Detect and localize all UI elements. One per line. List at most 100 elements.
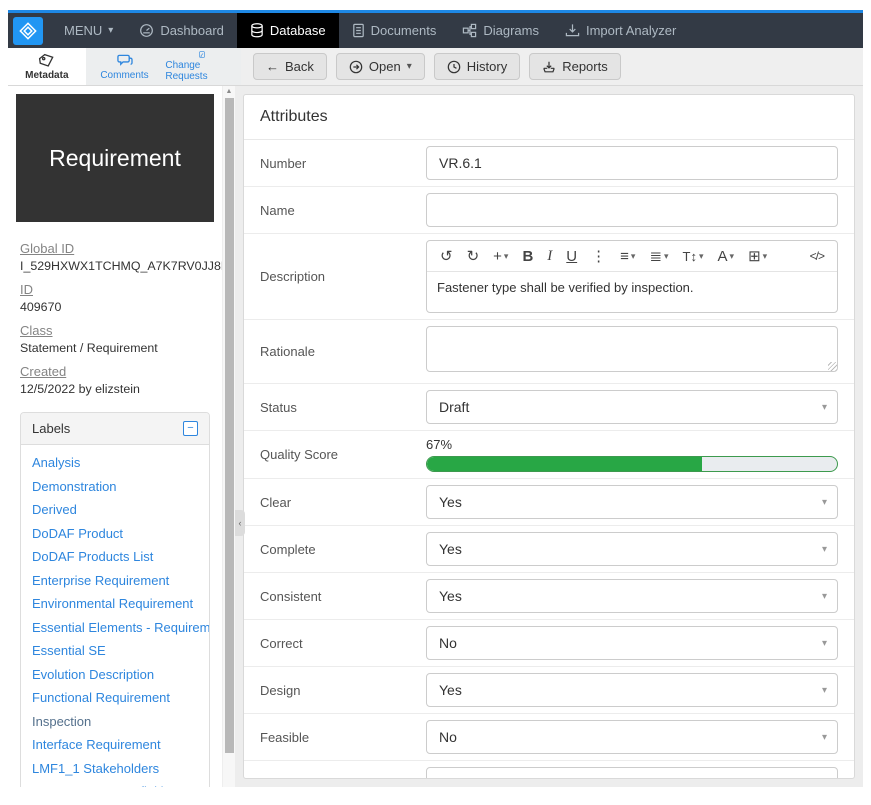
history-button[interactable]: History — [433, 53, 521, 80]
status-select[interactable]: Draft ▾ — [426, 390, 838, 424]
quality-progress-fill — [427, 457, 702, 471]
label-link[interactable]: Derived — [32, 498, 198, 522]
metadata-tag-icon — [39, 53, 54, 67]
label-link[interactable]: Environmental Requirement — [32, 592, 198, 616]
back-button[interactable]: ← Back — [253, 53, 327, 80]
nav-item-import-analyzer[interactable]: Import Analyzer — [552, 13, 689, 48]
font-color-icon[interactable]: A ▾ — [713, 246, 740, 267]
insert-icon[interactable]: + ▾ — [488, 246, 513, 267]
nav-item-database[interactable]: Database — [236, 13, 339, 48]
tab-metadata[interactable]: Metadata — [8, 48, 86, 85]
consistent-select[interactable]: Yes ▾ — [426, 579, 838, 613]
app-logo[interactable] — [13, 16, 43, 45]
quality-progress-bar — [426, 456, 838, 472]
traceable-label: Traceable — [260, 777, 426, 779]
nav-item-documents[interactable]: Documents — [339, 13, 450, 48]
consistent-label: Consistent — [260, 588, 322, 604]
open-icon — [349, 60, 363, 73]
label-link[interactable]: Interface Requirement — [32, 733, 198, 757]
label-link[interactable]: Demonstration — [32, 475, 198, 499]
chevron-down-icon: ▾ — [821, 496, 827, 508]
clear-select[interactable]: Yes ▾ — [426, 485, 838, 519]
design-select[interactable]: Yes ▾ — [426, 673, 838, 707]
label-link[interactable]: Analysis — [32, 451, 198, 475]
tab-comments[interactable]: Comments — [86, 48, 164, 85]
list-icon[interactable]: ≣ ▾ — [644, 245, 673, 267]
diamond-logo-icon — [19, 21, 37, 40]
attribute-row-traceable: Traceable Yes▾ — [244, 761, 854, 779]
sidebar-scrollbar[interactable]: ▲ — [222, 86, 235, 787]
class-value: Statement / Requirement — [20, 341, 158, 355]
global-id-label: Global ID — [20, 241, 75, 256]
name-input[interactable] — [426, 193, 838, 227]
description-label: Description — [260, 269, 326, 284]
nav-item-dashboard[interactable]: Dashboard — [126, 13, 237, 48]
correct-select[interactable]: No ▾ — [426, 626, 838, 660]
rich-text-editor: ↺ ↻ + ▾ B I U ⋮ ≡ ▾ ≣ ▾ T↕ ▾ A ▾ ⊞ ▾ </>… — [426, 240, 838, 313]
class-label: Class — [20, 323, 53, 338]
bold-icon[interactable]: B — [517, 246, 538, 267]
scrollbar-thumb[interactable] — [225, 98, 234, 753]
more-formats-icon[interactable]: ⋮ — [586, 245, 611, 267]
entity-type-label: Requirement — [49, 144, 181, 171]
label-link[interactable]: DoDAF Products List — [32, 545, 198, 569]
attribute-row-number: Number — [244, 140, 854, 187]
label-link[interactable]: LMF1_1 Stakeholders — [32, 757, 198, 781]
scroll-up-icon[interactable]: ▲ — [223, 88, 235, 95]
tab-change-requests[interactable]: Change Requests — [163, 48, 241, 85]
redo-icon[interactable]: ↻ — [462, 245, 485, 267]
table-icon[interactable]: ⊞ ▾ — [743, 245, 772, 267]
collapse-left-icon: ‹ — [238, 518, 242, 528]
open-button[interactable]: Open ▾ — [335, 53, 425, 80]
label-link[interactable]: Essential Elements - Requirements — [32, 616, 209, 640]
align-icon[interactable]: ≡ ▾ — [615, 246, 640, 267]
diagrams-icon — [463, 23, 477, 38]
collapse-panel-icon[interactable]: − — [183, 421, 198, 436]
chevron-down-icon: ▾ — [821, 637, 827, 649]
traceable-select[interactable]: Yes▾ — [426, 767, 838, 778]
comments-icon — [117, 54, 133, 66]
font-size-icon[interactable]: T↕ ▾ — [678, 247, 709, 266]
number-input[interactable] — [426, 146, 838, 180]
label-link[interactable]: LMF1_2 Scope Definition — [32, 780, 198, 787]
quality-score-label: Quality Score — [260, 447, 339, 462]
reports-button[interactable]: Reports — [529, 53, 621, 80]
chevron-down-icon: ▾ — [406, 61, 412, 72]
rationale-textarea[interactable] — [426, 326, 838, 372]
main-content: Attributes Number Name Description ↺ — [235, 86, 863, 787]
database-icon — [251, 23, 263, 38]
nav-label: Diagrams — [483, 23, 539, 38]
underline-icon[interactable]: U — [561, 246, 582, 267]
label-link[interactable]: Essential SE — [32, 639, 198, 663]
attribute-row-complete: Complete Yes ▾ — [244, 526, 854, 573]
global-id-value: I_529HXWX1TCHMQ_A7K7RV0JJ8DDN — [20, 259, 222, 273]
undo-icon[interactable]: ↺ — [435, 245, 458, 267]
tab-label: Comments — [100, 69, 149, 81]
chevron-down-icon: ▾ — [821, 543, 827, 555]
app-window: MENU ▾ Dashboard Database Documents Diag… — [8, 10, 863, 790]
italic-icon[interactable]: I — [542, 246, 557, 267]
description-text[interactable]: Fastener type shall be verified by inspe… — [427, 272, 837, 312]
quality-percent-text: 67% — [426, 437, 453, 452]
code-view-icon[interactable]: </> — [805, 247, 829, 265]
menu-label: MENU — [64, 23, 103, 38]
nav-label: Database — [269, 23, 326, 38]
nav-item-diagrams[interactable]: Diagrams — [449, 13, 552, 48]
label-link[interactable]: Evolution Description — [32, 663, 198, 687]
chevron-down-icon: ▾ — [821, 590, 827, 602]
complete-select[interactable]: Yes ▾ — [426, 532, 838, 566]
menu-button[interactable]: MENU ▾ — [51, 13, 126, 48]
reports-label: Reports — [562, 59, 608, 74]
feasible-select[interactable]: No ▾ — [426, 720, 838, 754]
label-link[interactable]: Enterprise Requirement — [32, 569, 198, 593]
label-link[interactable]: Functional Requirement — [32, 686, 198, 710]
documents-icon — [352, 23, 364, 38]
sidebar-collapse-handle[interactable]: ‹ — [235, 510, 245, 536]
attribute-row-feasible: Feasible No ▾ — [244, 714, 854, 761]
label-link-applied[interactable]: Inspection — [32, 710, 198, 734]
import-analyzer-icon — [565, 24, 580, 37]
editor-toolbar: ↺ ↻ + ▾ B I U ⋮ ≡ ▾ ≣ ▾ T↕ ▾ A ▾ ⊞ ▾ </> — [427, 241, 837, 272]
tab-label: Metadata — [25, 69, 69, 81]
label-link[interactable]: DoDAF Product — [32, 522, 198, 546]
number-label: Number — [260, 155, 307, 171]
